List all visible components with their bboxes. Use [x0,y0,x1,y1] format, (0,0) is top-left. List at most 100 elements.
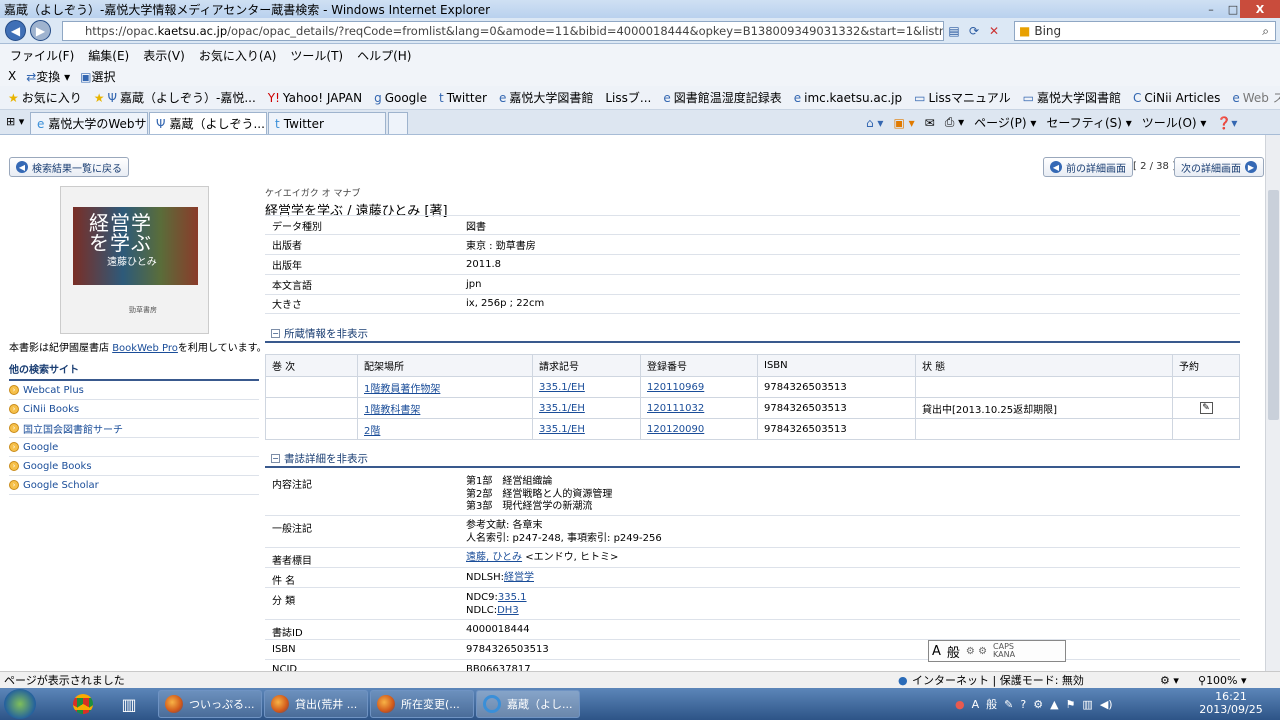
back-icon[interactable]: ◀ [5,20,26,41]
chrome-icon[interactable] [68,691,98,717]
location-link[interactable]: 1階教科書架 [364,405,420,416]
tab-yoshizou[interactable]: Ψ嘉蔵（よしぞう...x [149,112,267,134]
subject-link[interactable]: 経営学 [504,572,534,583]
favorite-link[interactable]: ▭ Lissマニュアル [914,89,1011,106]
zoom-control[interactable]: ⚲100% ▾ [1198,674,1247,687]
site-google[interactable]: › Google [9,438,259,457]
ime-properties-icon[interactable]: ⚙ [1033,698,1043,711]
favorite-link[interactable]: g Google [374,91,427,105]
address-bar[interactable]: https://opac. kaetsu.ac.jp/opac/opac_deta… [62,21,944,41]
convert-button[interactable]: ⇄変換 ▾ [26,68,70,85]
ime-input-mode[interactable]: A [932,644,941,659]
bookweb-pro-link[interactable]: BookWeb Pro [112,343,178,354]
network-icon[interactable]: ▥ [1082,698,1092,711]
compat-view-icon[interactable]: ▤ [946,23,962,39]
menu-file[interactable]: ファイル(F) [10,47,74,64]
menu-favorites[interactable]: お気に入り(A) [199,47,277,64]
registration-link[interactable]: 120120090 [647,424,704,435]
toolbar-close-icon[interactable]: X [8,69,16,83]
stop-icon[interactable]: ✕ [986,23,1002,39]
select-button[interactable]: ▣選択 [80,68,115,85]
reserve-edit-icon[interactable]: ✎ [1199,402,1213,414]
close-window-button[interactable]: X [1240,0,1280,18]
refresh-icon[interactable]: ⟳ [966,23,982,39]
ndc9-link[interactable]: 335.1 [498,592,527,603]
action-center-icon[interactable]: ⚑ [1066,698,1076,711]
menu-edit[interactable]: 編集(E) [88,47,129,64]
taskbar-item[interactable]: 所在変更(... [370,690,474,718]
favorites-button[interactable]: ★ お気に入り [8,89,82,106]
volume-icon[interactable]: ◀) [1100,698,1113,711]
favorite-link[interactable]: ★ Ψ 嘉蔵（よしぞう）-嘉悦... [94,89,256,106]
favorite-link[interactable]: e 嘉悦大学図書館 [499,89,593,106]
taskbar-item[interactable]: 嘉蔵（よし... [476,690,580,718]
tab-twitter[interactable]: t Twitter [268,112,386,134]
taskbar-item[interactable]: 貸出(荒井 ... [264,690,368,718]
ime-mode[interactable]: 般 [986,696,997,712]
favorite-link[interactable]: Y! Yahoo! JAPAN [268,91,362,105]
ime-mode[interactable]: 般 [947,642,960,661]
back-to-results-button[interactable]: ◀ 検索結果一覧に戻る [9,157,129,177]
new-tab-button[interactable] [388,112,408,134]
forward-icon[interactable]: ▶ [30,20,51,41]
vertical-scrollbar[interactable] [1265,135,1280,671]
print-icon[interactable]: ⎙ ▾ [945,115,964,130]
scrollbar-thumb[interactable] [1268,190,1279,420]
ime-dictionary-icon[interactable]: ✎ [1004,698,1013,711]
page-menu[interactable]: ページ(P) ▾ [974,114,1036,131]
favorite-link[interactable]: eWeb スライス ギャ... [1232,89,1280,106]
ime-tools-icon[interactable]: ⚙ ⚙ [966,646,987,657]
tools-menu[interactable]: ツール(O) ▾ [1142,114,1207,131]
registration-link[interactable]: 120111032 [647,403,704,414]
tab-kaetsu-web[interactable]: e 嘉悦大学のWebサ... [30,112,148,134]
site-cinii-books[interactable]: › CiNii Books [9,400,259,419]
site-google-books[interactable]: › Google Books [9,457,259,476]
biblio-toggle[interactable]: − 書誌詳細を非表示 [265,450,1240,468]
author-link[interactable]: 遠藤, ひとみ [466,552,522,563]
ime-language-bar[interactable]: A 般 ⚙ ⚙ CAPS KANA [928,640,1066,662]
detail-key: 分 類 [272,596,296,607]
favorite-link[interactable]: e 図書館温湿度記録表 [663,89,781,106]
help-icon[interactable]: ❓▾ [1216,116,1237,130]
search-input[interactable]: ■ Bing ⌕ [1014,21,1276,41]
col-isbn: ISBN [757,354,916,377]
favorite-link[interactable]: t Twitter [439,91,487,105]
taskbar-item[interactable]: ついっぷる... [158,690,262,718]
menu-view[interactable]: 表示(V) [143,47,185,64]
other-sites-heading: 他の検索サイト [9,361,259,381]
call-number-link[interactable]: 335.1/EH [539,382,585,393]
location-link[interactable]: 2階 [364,426,380,437]
favorite-link[interactable]: Lissブ... [605,89,651,106]
feeds-icon[interactable]: ▣ ▾ [893,116,914,130]
call-number-link[interactable]: 335.1/EH [539,403,585,414]
clock[interactable]: 16:21 2013/09/25 [1196,690,1266,716]
ime-help-icon[interactable]: ? [1020,698,1026,711]
search-icon[interactable]: ⌕ [1262,24,1269,39]
home-icon[interactable]: ⌂ ▾ [866,116,883,130]
favorite-link[interactable]: C CiNii Articles [1133,91,1220,105]
favorite-link[interactable]: e imc.kaetsu.ac.jp [794,91,902,105]
prev-detail-button[interactable]: ◀ 前の詳細画面 [1043,157,1133,177]
record-value: 東京 : 勁草書房 [466,241,536,252]
holdings-toggle[interactable]: − 所蔵情報を非表示 [265,325,1240,343]
site-webcat-plus[interactable]: › Webcat Plus [9,381,259,400]
protected-mode-icon[interactable]: ⚙ ▾ [1160,674,1179,687]
show-hidden-icons[interactable]: ▲ [1050,698,1058,711]
location-link[interactable]: 1階教員著作物架 [364,384,440,395]
registration-link[interactable]: 120110969 [647,382,704,393]
next-detail-button[interactable]: 次の詳細画面 ▶ [1174,157,1264,177]
menu-help[interactable]: ヘルプ(H) [357,47,411,64]
ime-a[interactable]: A [972,698,980,711]
menu-tools[interactable]: ツール(T) [290,47,343,64]
call-number-link[interactable]: 335.1/EH [539,424,585,435]
site-google-scholar[interactable]: › Google Scholar [9,476,259,495]
favorite-link[interactable]: ▭ 嘉悦大学図書館 [1023,89,1121,106]
mail-icon[interactable]: ✉ [925,116,935,130]
safety-menu[interactable]: セーフティ(S) ▾ [1046,114,1131,131]
start-button[interactable] [4,689,36,719]
site-ndl-search[interactable]: › 国立国会図書館サーチ [9,419,259,438]
ndlc-link[interactable]: DH3 [497,605,519,616]
security-shield-icon[interactable]: ● [955,698,965,711]
quick-tabs-icon[interactable]: ⊞ ▾ [6,115,24,128]
library-icon[interactable]: ▥ [114,691,144,717]
